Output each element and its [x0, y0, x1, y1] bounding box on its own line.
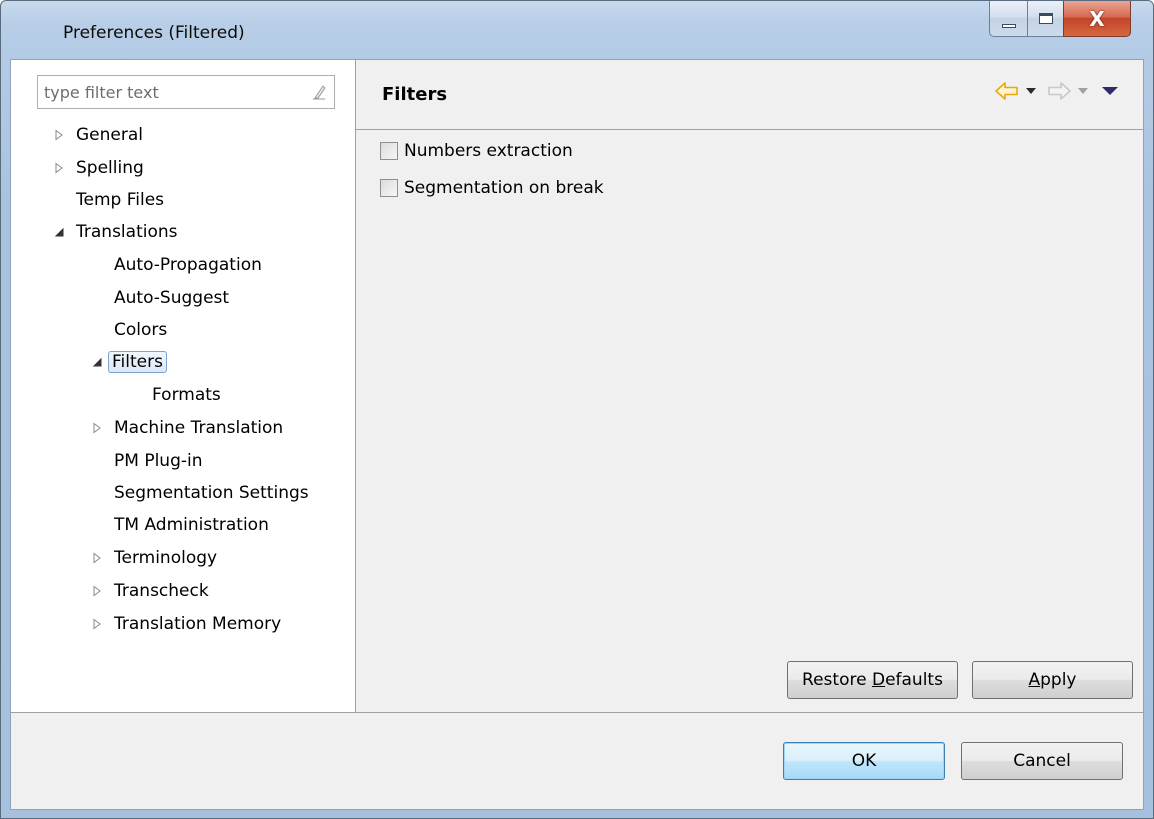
- collapse-triangle-icon[interactable]: [53, 226, 65, 238]
- close-button[interactable]: X: [1063, 1, 1131, 37]
- filter-box: [37, 75, 335, 109]
- tree-item-pm-plug-in[interactable]: PM Plug-in: [81, 446, 206, 476]
- restore-defaults-label-post: efaults: [885, 670, 943, 690]
- tree-item-general[interactable]: General: [43, 120, 146, 150]
- window-title: Preferences (Filtered): [63, 23, 245, 43]
- tree-item-label: Translations: [76, 222, 178, 242]
- tree-item-filters[interactable]: Filters: [81, 347, 167, 377]
- numbers-extraction-checkbox[interactable]: [380, 142, 398, 160]
- expand-triangle-icon[interactable]: [53, 129, 65, 141]
- tree-item-label: Translation Memory: [114, 614, 282, 634]
- tree-item-label: General: [76, 125, 143, 145]
- maximize-button[interactable]: [1027, 1, 1063, 37]
- segmentation-on-break-label: Segmentation on break: [404, 178, 604, 198]
- expand-triangle-icon[interactable]: [91, 552, 103, 564]
- restore-defaults-mnemonic: D: [871, 670, 886, 690]
- tree-item-label: Auto-Propagation: [114, 255, 262, 275]
- tree-item-label: PM Plug-in: [114, 451, 203, 471]
- collapse-triangle-icon[interactable]: [91, 356, 103, 368]
- preference-page: Filters Numbers extraction Segmentation …: [356, 60, 1143, 712]
- tree-item-label: Machine Translation: [114, 418, 284, 438]
- segmentation-on-break-checkbox[interactable]: [380, 179, 398, 197]
- tree-item-label: Temp Files: [76, 190, 165, 210]
- eraser-icon[interactable]: [312, 84, 326, 100]
- forward-arrow-icon[interactable]: [1047, 82, 1071, 100]
- back-history-dropdown-icon[interactable]: [1025, 86, 1037, 96]
- tree-item-label: Transcheck: [114, 581, 209, 601]
- tree-item-label: Spelling: [76, 158, 144, 178]
- tree-item-tm-administration[interactable]: TM Administration: [81, 510, 272, 540]
- tree-item-label: Formats: [152, 385, 221, 405]
- tree-item-auto-suggest[interactable]: Auto-Suggest: [81, 283, 232, 313]
- button-bar-separator: [11, 712, 1143, 713]
- close-icon: X: [1089, 6, 1105, 31]
- forward-history-dropdown-icon[interactable]: [1077, 86, 1089, 96]
- tree-item-terminology[interactable]: Terminology: [81, 543, 220, 573]
- tree-item-colors[interactable]: Colors: [81, 315, 170, 345]
- tree-item-translation-memory[interactable]: Translation Memory: [81, 609, 284, 639]
- caption-buttons: X: [989, 1, 1131, 37]
- back-arrow-icon[interactable]: [995, 82, 1019, 100]
- tree-item-label: Filters: [108, 351, 167, 373]
- tree-item-label: Colors: [114, 320, 168, 340]
- title-bar[interactable]: Preferences (Filtered) X: [1, 1, 1153, 59]
- maximize-icon: [1038, 13, 1053, 24]
- filter-input[interactable]: [38, 76, 298, 108]
- dialog-client-area: General Spelling Temp Files Translations…: [10, 59, 1144, 810]
- expand-triangle-icon[interactable]: [91, 585, 103, 597]
- tree-item-label: TM Administration: [114, 515, 269, 535]
- numbers-extraction-option[interactable]: Numbers extraction: [380, 139, 573, 163]
- apply-button[interactable]: Apply: [972, 661, 1133, 699]
- tree-item-segmentation-settings[interactable]: Segmentation Settings: [81, 478, 312, 508]
- view-menu-icon[interactable]: [1101, 86, 1119, 96]
- expand-triangle-icon[interactable]: [53, 162, 65, 174]
- segmentation-on-break-option[interactable]: Segmentation on break: [380, 176, 604, 200]
- tree-item-label: Auto-Suggest: [114, 288, 230, 308]
- numbers-extraction-label: Numbers extraction: [404, 141, 573, 161]
- page-title: Filters: [382, 84, 448, 105]
- minimize-button[interactable]: [989, 1, 1027, 37]
- tree-item-transcheck[interactable]: Transcheck: [81, 576, 212, 606]
- page-header: Filters: [356, 60, 1143, 130]
- preference-tree-pane: General Spelling Temp Files Translations…: [11, 60, 356, 712]
- expand-triangle-icon[interactable]: [91, 422, 103, 434]
- expand-triangle-icon[interactable]: [91, 618, 103, 630]
- apply-mnemonic: A: [1028, 670, 1041, 690]
- restore-defaults-label-pre: Restore: [802, 670, 872, 690]
- page-navigation: [995, 82, 1119, 100]
- tree-item-formats[interactable]: Formats: [119, 380, 224, 410]
- tree-item-machine-translation[interactable]: Machine Translation: [81, 413, 286, 443]
- tree-item-auto-propagation[interactable]: Auto-Propagation: [81, 250, 265, 280]
- preferences-window: Preferences (Filtered) X type filter tex…: [0, 0, 1154, 819]
- restore-defaults-button[interactable]: Restore Defaults: [787, 661, 958, 699]
- tree-item-label: Segmentation Settings: [114, 483, 309, 503]
- tree-item-translations[interactable]: Translations: [43, 217, 181, 247]
- tree-item-spelling[interactable]: Spelling: [43, 153, 147, 183]
- cancel-button[interactable]: Cancel: [961, 742, 1123, 780]
- ok-button[interactable]: OK: [783, 742, 945, 780]
- minimize-icon: [1001, 23, 1016, 28]
- apply-label-post: pply: [1040, 670, 1077, 690]
- ok-label: OK: [851, 751, 877, 771]
- tree-item-label: Terminology: [114, 548, 218, 568]
- tree-item-temp-files[interactable]: Temp Files: [43, 185, 167, 215]
- cancel-label: Cancel: [1013, 751, 1071, 771]
